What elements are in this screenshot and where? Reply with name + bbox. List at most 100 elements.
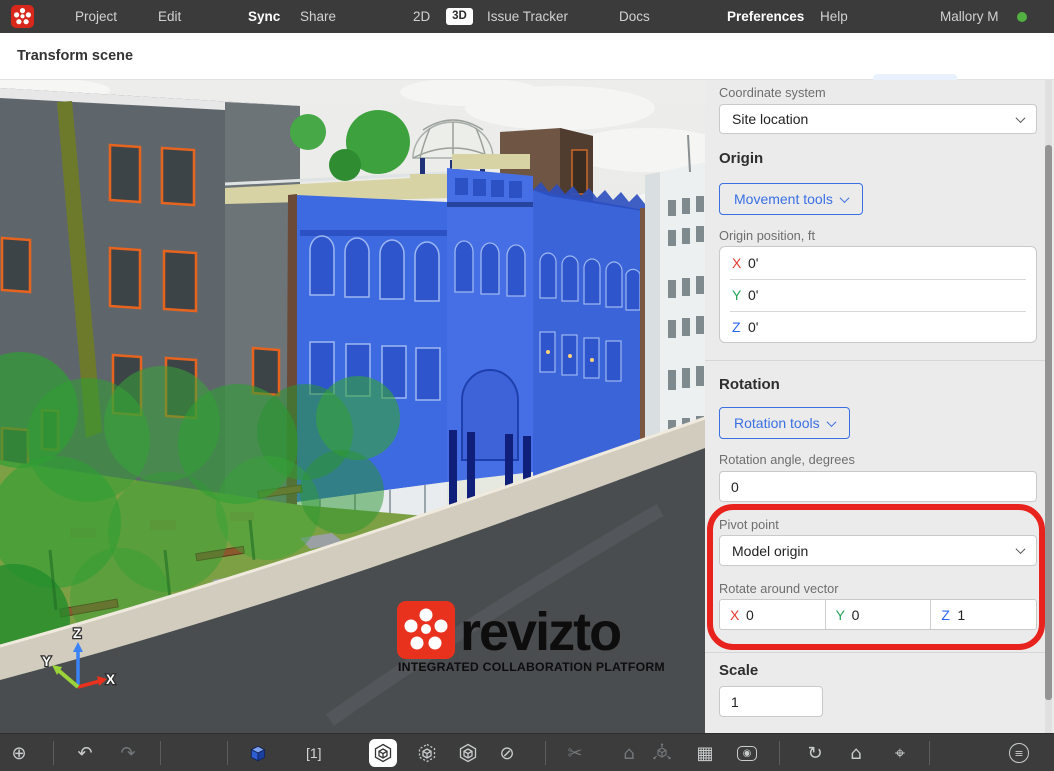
menu-project[interactable]: Project <box>75 0 117 33</box>
show-objects-button[interactable] <box>369 739 397 767</box>
panel-scrollbar-thumb[interactable] <box>1045 145 1052 700</box>
grid-icon: ▦ <box>696 743 713 764</box>
toolbar-divider <box>545 741 546 765</box>
movement-tools-button[interactable]: Movement tools <box>719 183 863 215</box>
scale-section-title: Scale <box>719 662 758 679</box>
origin-y-value: 0' <box>748 287 758 303</box>
menu-share[interactable]: Share <box>300 0 336 33</box>
menu-issue-tracker[interactable]: Issue Tracker <box>487 0 568 33</box>
toolbar-divider <box>53 741 54 765</box>
menu-docs[interactable]: Docs <box>619 0 650 33</box>
menu-2d[interactable]: 2D <box>413 0 430 33</box>
grid-tool-button[interactable]: ▦ <box>691 739 719 767</box>
viewpoint-comment-button[interactable]: ◉ <box>733 739 761 767</box>
selection-count-badge: [1] <box>306 739 322 767</box>
section-divider <box>705 360 1045 361</box>
ghost-objects-button[interactable] <box>413 739 441 767</box>
rotation-tools-label: Rotation tools <box>734 415 820 431</box>
menu-edit[interactable]: Edit <box>158 0 181 33</box>
axis-x-label: X <box>730 607 746 623</box>
hide-object-button[interactable]: ⊘ <box>493 739 521 767</box>
viewport-3d-scene[interactable]: revizto INTEGRATED COLLABORATION PLATFOR… <box>0 80 705 733</box>
vector-x-value: 0 <box>746 607 754 623</box>
isolate-object-button[interactable] <box>454 739 482 767</box>
eye-bubble-icon: ◉ <box>737 746 757 761</box>
vector-x-field[interactable]: X 0 <box>720 600 825 629</box>
clip-tool-button[interactable]: ✂ <box>561 739 589 767</box>
top-menu-bar: Project Edit Sync Share 2D 3D Issue Trac… <box>0 0 1054 33</box>
vector-z-value: 1 <box>957 607 965 623</box>
svg-text:INTEGRATED COLLABORATION PLATF: INTEGRATED COLLABORATION PLATFORM <box>398 660 665 674</box>
axis-y-label: Y <box>836 607 852 623</box>
blue-view-cube-icon <box>247 742 269 764</box>
bottom-toolbar: ⊕ ↶ ↷ [1] <box>0 733 1054 771</box>
origin-position-label: Origin position, ft <box>719 228 815 243</box>
revizto-logo-icon[interactable] <box>11 5 34 28</box>
home-icon: ⌂ <box>850 743 861 764</box>
coordinate-system-value: Site location <box>732 111 808 127</box>
rotation-angle-label: Rotation angle, degrees <box>719 452 855 467</box>
menu-sync[interactable]: Sync <box>248 0 280 33</box>
sheets-list-button[interactable]: ≡ <box>1005 739 1033 767</box>
chevron-down-icon <box>1016 544 1026 554</box>
scissors-icon: ✂ <box>567 743 582 764</box>
origin-y-field[interactable]: Y 0' <box>720 279 1036 311</box>
origin-position-box: X 0' Y 0' Z 0' <box>719 246 1037 343</box>
menu-3d-active-badge[interactable]: 3D <box>446 8 473 25</box>
svg-text:X: X <box>106 672 115 687</box>
house-cut-icon: ⌂ <box>623 743 634 764</box>
reset-appearance-button[interactable]: ↻ <box>801 739 829 767</box>
axis-z-label: Z <box>732 319 748 335</box>
home-view-button[interactable]: ⌂ <box>842 739 870 767</box>
rotation-angle-input[interactable] <box>719 471 1037 502</box>
scale-input[interactable] <box>719 686 823 717</box>
redo-button[interactable]: ↷ <box>114 739 142 767</box>
user-menu[interactable]: Mallory M <box>940 0 999 33</box>
add-marker-button[interactable]: ⊕ <box>5 739 33 767</box>
coordinate-system-select[interactable]: Site location <box>719 104 1037 134</box>
document-list-icon: ≡ <box>1009 743 1029 763</box>
menu-preferences[interactable]: Preferences <box>727 0 804 33</box>
focus-target-icon: ⌖ <box>895 743 905 764</box>
focus-selection-button[interactable]: ⌖ <box>886 739 914 767</box>
svg-text:Z: Z <box>73 626 81 641</box>
origin-z-field[interactable]: Z 0' <box>720 311 1036 343</box>
vector-z-field[interactable]: Z 1 <box>930 600 1036 629</box>
move-object-button[interactable] <box>648 739 676 767</box>
page-title: Transform scene <box>17 33 133 80</box>
revizto-app-window: { "menubar": { "items": [ {"label": "Pro… <box>0 0 1054 771</box>
toolbar-divider <box>160 741 161 765</box>
undo-button[interactable]: ↶ <box>71 739 99 767</box>
pivot-point-label: Pivot point <box>719 517 779 532</box>
main-area: revizto INTEGRATED COLLABORATION PLATFOR… <box>0 80 1054 733</box>
axis-x-label: X <box>732 255 748 271</box>
coordinate-system-label: Coordinate system <box>719 85 826 100</box>
vector-y-value: 0 <box>852 607 860 623</box>
undo-icon: ↶ <box>77 743 92 764</box>
origin-section-title: Origin <box>719 150 763 167</box>
chevron-down-icon <box>1016 113 1026 123</box>
pivot-point-select[interactable]: Model origin <box>719 535 1037 566</box>
chevron-down-icon <box>839 193 849 203</box>
section-divider <box>705 652 1045 653</box>
svg-text:revizto: revizto <box>460 602 620 662</box>
rotation-tools-button[interactable]: Rotation tools <box>719 407 850 439</box>
vector-y-field[interactable]: Y 0 <box>825 600 931 629</box>
user-status-dot <box>1017 12 1027 22</box>
transform-settings-panel: Coordinate system Site location Origin M… <box>705 80 1054 733</box>
toolbar-divider <box>779 741 780 765</box>
rotate-vector-label: Rotate around vector <box>719 581 839 596</box>
menu-help[interactable]: Help <box>820 0 848 33</box>
cube-axes-icon <box>652 743 672 763</box>
origin-z-value: 0' <box>748 319 758 335</box>
origin-x-value: 0' <box>748 255 758 271</box>
toolbar-divider <box>227 741 228 765</box>
origin-x-field[interactable]: X 0' <box>720 247 1036 279</box>
redo-icon: ↷ <box>120 743 135 764</box>
toolbar-divider <box>929 741 930 765</box>
transform-scene-header: Transform scene Reset × <box>0 33 1054 80</box>
view-cube-button[interactable] <box>244 739 272 767</box>
panel-scrollbar-track[interactable] <box>1045 80 1052 733</box>
pivot-point-value: Model origin <box>732 543 808 559</box>
crop-model-button[interactable]: ⌂ <box>615 739 643 767</box>
